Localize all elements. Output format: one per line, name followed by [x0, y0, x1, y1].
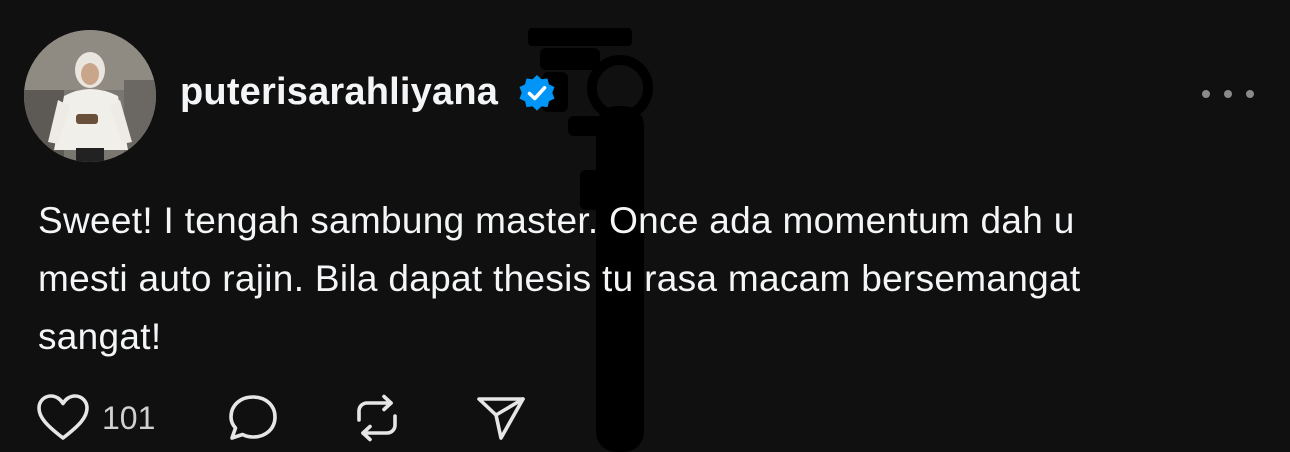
like-count: 101	[102, 399, 156, 436]
more-dot-icon	[1224, 90, 1232, 98]
thread-post: puterisarahliyana Sweet! I tengah sambun…	[0, 0, 1290, 452]
heart-icon	[37, 394, 89, 440]
post-body-line: sangat!	[38, 316, 162, 357]
like-button[interactable]: 101	[36, 393, 155, 443]
repost-button[interactable]	[351, 393, 403, 443]
comment-button[interactable]	[227, 393, 279, 443]
username[interactable]: puterisarahliyana	[180, 70, 498, 114]
avatar[interactable]	[24, 30, 156, 162]
more-dot-icon	[1246, 90, 1254, 98]
verified-badge-icon	[519, 75, 555, 111]
post-body-line: mesti auto rajin. Bila dapat thesis tu r…	[38, 258, 1081, 299]
share-icon	[477, 397, 526, 440]
share-button[interactable]	[475, 393, 527, 443]
post-body-line: Sweet! I tengah sambung master. Once ada…	[38, 200, 1075, 241]
repost-icon	[357, 394, 398, 442]
comment-icon	[229, 395, 278, 440]
more-options-button[interactable]	[1200, 82, 1256, 106]
avatar-image	[24, 30, 156, 162]
more-dot-icon	[1202, 90, 1210, 98]
action-bar: 101	[36, 392, 527, 444]
post-body: Sweet! I tengah sambung master. Once ada…	[38, 192, 1238, 366]
